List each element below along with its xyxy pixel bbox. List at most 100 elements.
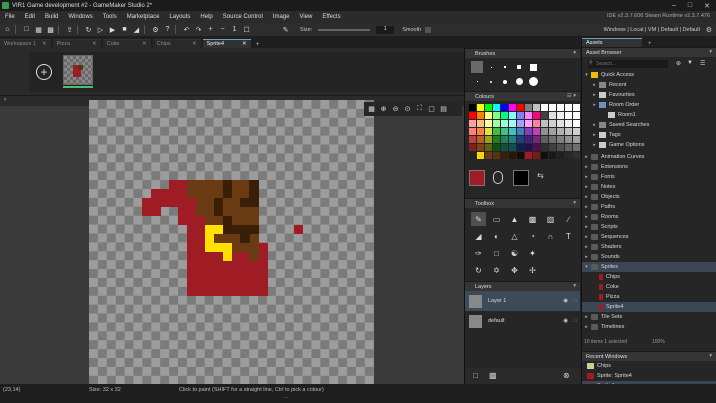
expand-arrow-icon[interactable]: ▾ xyxy=(583,264,590,270)
run-icon[interactable]: ▶ xyxy=(108,25,117,34)
toolbox-header[interactable]: Toolbox ▾ xyxy=(465,198,580,208)
tree-sprite-coke[interactable]: Coke xyxy=(582,282,716,292)
tree-folder-notes[interactable]: ▸ Notes xyxy=(582,182,716,192)
fill-tool-icon[interactable]: ▲ xyxy=(507,212,522,226)
gear-icon[interactable]: ⚙ xyxy=(706,26,712,34)
tree-folder-objects[interactable]: ▸ Objects xyxy=(582,192,716,202)
curve-tool-icon[interactable]: ∩ xyxy=(543,229,558,243)
expand-arrow-icon[interactable]: ▸ xyxy=(591,82,598,88)
select-rect-icon[interactable]: □ xyxy=(489,246,504,260)
maximize-button[interactable]: □ xyxy=(688,2,692,10)
secondary-colour-swatch[interactable] xyxy=(513,170,529,186)
expand-arrow-icon[interactable]: ▸ xyxy=(591,102,598,108)
filter-icon[interactable]: ▼ xyxy=(687,60,693,66)
recent-window-item[interactable]: Sprite: Sprite4 xyxy=(582,371,716,381)
tab-workspace-1[interactable]: Workspace 1 ✕ xyxy=(0,39,51,48)
tree-folder-paths[interactable]: ▸ Paths xyxy=(582,202,716,212)
frame-thumbnail[interactable] xyxy=(63,55,93,85)
menu-edit[interactable]: Edit xyxy=(20,14,40,20)
gradient-tool-icon[interactable]: ◢ xyxy=(471,229,486,243)
undo-icon[interactable]: ↶ xyxy=(182,25,191,34)
layer-folder-icon[interactable]: ▩ xyxy=(489,371,497,380)
tree-sprite-pizza[interactable]: Pizza xyxy=(582,292,716,302)
tree-tags[interactable]: ▸ Tags xyxy=(582,130,716,140)
collapse-arrow-icon[interactable]: › xyxy=(4,97,6,103)
tree-quick-access[interactable]: ▾ Quick Access xyxy=(582,70,716,80)
menu-effects[interactable]: Effects xyxy=(317,14,345,20)
close-window-button[interactable]: ✕ xyxy=(704,2,710,10)
colour-palette[interactable] xyxy=(465,101,580,162)
settings-icon[interactable]: ⚙ xyxy=(151,25,160,34)
transform-icon[interactable]: ✥ xyxy=(507,263,522,277)
zoom-100-icon[interactable]: ⊙ xyxy=(403,105,412,114)
close-tab-icon[interactable]: ✕ xyxy=(92,41,97,47)
rectangle-select-icon[interactable]: ▩ xyxy=(525,212,540,226)
delete-layer-icon[interactable]: ⊗ xyxy=(563,371,570,380)
menu-view[interactable]: View xyxy=(294,14,317,20)
menu-layouts[interactable]: Layouts xyxy=(164,14,195,20)
tree-room1[interactable]: Room1 xyxy=(582,110,716,120)
layer-row[interactable]: default ◉ □ xyxy=(465,311,580,331)
layer-row[interactable]: Layer 1 ◉ □ xyxy=(465,291,580,311)
lock-icon[interactable]: □ xyxy=(574,298,577,304)
clean-build-icon[interactable]: ◢ xyxy=(132,25,141,34)
smooth-checkbox[interactable] xyxy=(425,26,432,33)
line-tool-icon[interactable]: ∕ xyxy=(561,212,576,226)
expand-arrow-icon[interactable]: ▸ xyxy=(583,314,590,320)
expand-arrow-icon[interactable]: ▸ xyxy=(583,164,590,170)
layers-header[interactable]: Layers ▾ xyxy=(465,281,580,291)
zoom-fit-icon[interactable]: ☐ xyxy=(242,25,251,34)
size-slider[interactable] xyxy=(318,28,371,31)
tree-saved-searches[interactable]: ▸ Saved Searches xyxy=(582,120,716,130)
add-layer-icon[interactable]: □ xyxy=(473,371,478,380)
zoom-out-icon[interactable]: − xyxy=(218,25,227,34)
redo-icon[interactable]: ↷ xyxy=(194,25,203,34)
expand-arrow-icon[interactable]: ▸ xyxy=(583,184,590,190)
expand-arrow-icon[interactable]: ▸ xyxy=(591,122,598,128)
lasso-icon[interactable]: ☯ xyxy=(507,246,522,260)
menu-help[interactable]: Help xyxy=(195,14,217,20)
close-tab-icon[interactable]: ✕ xyxy=(192,41,197,47)
zoom-in-view-icon[interactable]: ⊕ xyxy=(379,105,388,114)
help-icon[interactable]: ? xyxy=(163,25,172,34)
tree-sprite-sprite4[interactable]: Sprite4 xyxy=(582,302,716,312)
tree-folder-timelines[interactable]: ▸ Timelines xyxy=(582,322,716,332)
expand-arrow-icon[interactable]: ▸ xyxy=(583,244,590,250)
recent-window-item[interactable]: Chips xyxy=(582,361,716,371)
eraser-tool-icon[interactable]: ▭ xyxy=(489,212,504,226)
sprite-canvas[interactable] xyxy=(89,100,374,385)
fit-icon[interactable]: ⛶ xyxy=(415,105,424,114)
eye-icon[interactable]: ◉ xyxy=(563,318,568,324)
tree-folder-animation-curves[interactable]: ▸ Animation Curves xyxy=(582,152,716,162)
layout-switcher[interactable]: Windows | Local | VM | Default | Default xyxy=(603,27,700,33)
tree-sprite-chips[interactable]: Chips xyxy=(582,272,716,282)
tree-recent[interactable]: ▸ Recent xyxy=(582,80,716,90)
save-project-icon[interactable]: ▩ xyxy=(46,25,55,34)
close-tab-icon[interactable]: ✕ xyxy=(142,41,147,47)
tree-folder-scripts[interactable]: ▸ Scripts xyxy=(582,222,716,232)
expand-arrow-icon[interactable]: ▸ xyxy=(583,224,590,230)
asset-search-input[interactable]: Search... xyxy=(588,60,668,68)
menu-tools[interactable]: Tools xyxy=(98,14,122,20)
tree-room-order[interactable]: ▸ Room Order xyxy=(582,100,716,110)
menu-file[interactable]: File xyxy=(0,14,20,20)
tab-sprite4[interactable]: Sprite4 ✕ xyxy=(202,39,251,48)
primary-colour-swatch[interactable] xyxy=(469,170,485,186)
expand-arrow-icon[interactable]: ▸ xyxy=(583,154,590,160)
minimize-button[interactable]: – xyxy=(672,2,676,10)
clean-icon[interactable]: ↻ xyxy=(84,25,93,34)
stop-icon[interactable]: ■ xyxy=(120,25,129,34)
new-tab-icon[interactable]: + xyxy=(256,41,260,48)
expand-arrow-icon[interactable]: ▸ xyxy=(583,234,590,240)
menu-image[interactable]: Image xyxy=(268,14,295,20)
move-icon[interactable]: ✡ xyxy=(489,263,504,277)
expand-arrow-icon[interactable]: ▸ xyxy=(583,254,590,260)
open-project-icon[interactable]: ▦ xyxy=(34,25,43,34)
add-asset-icon[interactable]: ⊕ xyxy=(676,60,681,67)
brushes-header[interactable]: Brushes ▾ xyxy=(465,48,580,58)
size-input[interactable]: 1 xyxy=(376,25,395,34)
tree-game-options[interactable]: ▸ Game Options xyxy=(582,140,716,150)
export-icon[interactable]: ⇪ xyxy=(65,25,74,34)
tree-folder-sprites[interactable]: ▾ Sprites xyxy=(582,262,716,272)
add-frame-button[interactable]: + xyxy=(36,64,52,80)
